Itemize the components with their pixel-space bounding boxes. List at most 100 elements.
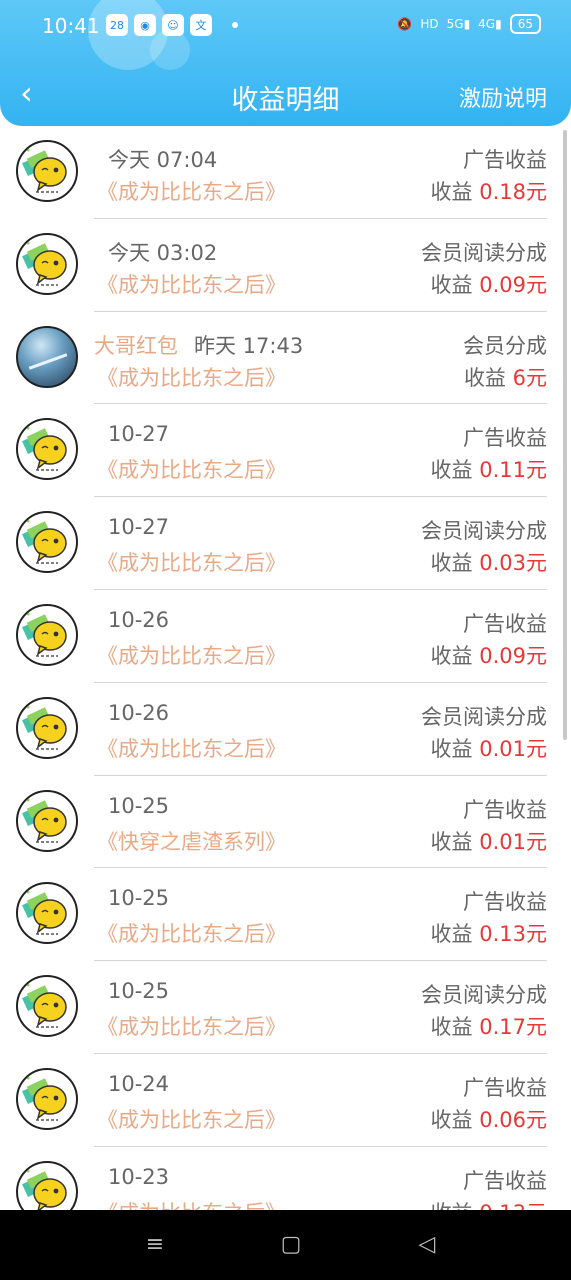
earning-type: 广告收益: [463, 1168, 547, 1193]
earning-type: 广告收益: [463, 148, 547, 172]
mute-icon: 🔕: [397, 17, 413, 31]
cartoon-avatar-icon: [22, 983, 67, 1028]
earnings-list[interactable]: 今天 07:04 《成为比比东之后》 广告收益 收益 0.18元 今天 03:02 《成为…: [0, 126, 571, 1210]
avatar: [16, 232, 78, 295]
avatar: [16, 140, 78, 202]
cartoon-avatar-icon: [22, 426, 67, 471]
record-time-line: 10-24: [108, 1072, 169, 1096]
incentive-info-button[interactable]: 激励说明: [459, 81, 547, 113]
earning-amount-line: 收益 0.06元: [431, 1104, 547, 1134]
earning-amount-line: 收益 0.03元: [431, 547, 547, 577]
earning-type: 会员阅读分成: [421, 519, 547, 544]
record-time-line: 大哥红包 昨天 17:43: [94, 330, 303, 360]
notification-icon: ☺: [162, 14, 184, 36]
record-time-line: 10-25: [108, 979, 169, 1003]
earning-type: 会员分成: [463, 333, 547, 358]
list-item[interactable]: 10-24 《成为比比东之后》 广告收益 收益 0.06元: [0, 1054, 571, 1147]
list-item[interactable]: 今天 07:04 《成为比比东之后》 广告收益 收益 0.18元: [0, 126, 571, 219]
earning-amount-line: 收益 0.09元: [431, 269, 547, 299]
avatar: [16, 1160, 78, 1210]
list-item[interactable]: 10-27 《成为比比东之后》 会员阅读分成收益 0.03元: [0, 497, 571, 590]
earning-amount-line: 收益 0.11元: [431, 454, 547, 484]
list-item[interactable]: 10-27 《成为比比东之后》 广告收益 收益 0.11元: [0, 404, 571, 498]
signal-4g-icon: 4G▮: [478, 17, 502, 31]
record-icon: ◉: [134, 14, 156, 36]
earning-amount: 0.11元: [479, 458, 547, 483]
earning-type: 会员阅读分成: [421, 704, 547, 729]
earning-amount-line: 收益 0.17元: [431, 1011, 547, 1041]
scrollbar[interactable]: [563, 130, 567, 740]
menu-icon[interactable]: ≡: [142, 1232, 168, 1258]
translate-icon: 文: [190, 14, 212, 36]
record-time-line: 今天 03:02: [108, 237, 217, 267]
earning-type: 广告收益: [463, 611, 547, 636]
earning-amount: 0.01元: [479, 736, 547, 761]
earning-label: 收益: [430, 1015, 473, 1040]
record-time: 10-25: [108, 886, 170, 911]
signal-5g-icon: 5G▮: [446, 17, 471, 31]
book-title: 《成为比比东之后》: [97, 365, 286, 390]
record-time-line: 10-27: [108, 515, 169, 539]
record-time-line: 10-23: [108, 1165, 169, 1189]
earning-label: 收益: [430, 1107, 473, 1132]
earning-amount: 0.09元: [479, 272, 547, 297]
earning-amount: 0.01元: [479, 829, 547, 854]
list-item[interactable]: 10-25 《成为比比东之后》 广告收益 收益 0.13元: [0, 868, 571, 962]
record-time: 10-27: [108, 422, 170, 447]
earning-amount: 0.18元: [479, 180, 547, 204]
list-item[interactable]: 10-26 《成为比比东之后》 会员阅读分成 收益 0.01元: [0, 683, 571, 776]
earning-amount: 6元: [512, 365, 547, 390]
status-time: 10:41: [42, 14, 100, 38]
earning-amount: 0.06元: [479, 1107, 547, 1132]
record-time: 10-25: [108, 979, 170, 1004]
book-title: 《快穿之虐渣系列》: [97, 829, 286, 854]
earning-label: 收益: [430, 458, 473, 483]
cartoon-avatar-icon: [22, 519, 67, 564]
cartoon-avatar-icon: [22, 241, 67, 286]
earning-amount-line: 收益 0.09元: [431, 640, 547, 670]
list-item[interactable]: 10-23 《成为比比东之后》 广告收益收益 0.13元: [0, 1147, 571, 1210]
earning-label: 收益: [430, 736, 473, 761]
back-icon[interactable]: ◁: [414, 1232, 440, 1258]
sender-name: 大哥红包: [94, 333, 178, 358]
cartoon-avatar-icon: [22, 612, 67, 657]
book-title: 《成为比比东之后》: [97, 551, 286, 576]
home-icon[interactable]: ▢: [278, 1232, 304, 1258]
system-nav-bar: ≡ ▢ ◁: [0, 1210, 571, 1280]
cartoon-avatar-icon: [22, 1169, 67, 1210]
header-bar: 10:41 28 ◉ ☺ 文 🔕 HD 5G▮ 4G▮ 65 ‹ 收益明细 激励…: [0, 0, 571, 126]
earning-type: 会员阅读分成: [421, 983, 547, 1008]
book-title: 《成为比比东之后》: [97, 922, 286, 947]
record-time-line: 10-26: [108, 608, 169, 632]
battery-icon: 65: [509, 14, 541, 34]
earning-amount-line: 收益 0.01元: [431, 733, 547, 763]
earning-type: 广告收益: [463, 426, 547, 451]
earning-amount: 0.13元: [479, 922, 547, 947]
earning-amount: 0.09元: [479, 643, 547, 668]
list-item[interactable]: 10-26 《成为比比东之后》 广告收益 收益 0.09元: [0, 590, 571, 683]
earning-label: 收益: [430, 829, 473, 854]
record-time-line: 10-25: [108, 794, 169, 818]
status-notification-icons: 28 ◉ ☺ 文: [106, 14, 238, 36]
cartoon-avatar-icon: [22, 890, 67, 935]
more-dot-icon: [232, 22, 238, 28]
earning-label: 收益: [463, 365, 506, 390]
list-item[interactable]: 今天 03:02 《成为比比东之后》 会员阅读分成 收益 0.09元: [0, 219, 571, 312]
record-time: 今天 03:02: [108, 240, 218, 265]
record-time: 昨天 17:43: [194, 333, 304, 358]
record-time: 10-24: [108, 1071, 170, 1096]
list-item[interactable]: 10-25 《快穿之虐渣系列》 广告收益 收益 0.01元: [0, 776, 571, 869]
record-time: 10-27: [108, 515, 170, 540]
earning-type: 会员阅读分成: [421, 240, 547, 265]
earning-amount-line: 收益 0.01元: [431, 826, 547, 856]
list-item[interactable]: 10-25 《成为比比东之后》 会员阅读分成 收益 0.17元: [0, 961, 571, 1054]
record-time: 10-26: [108, 700, 170, 725]
book-title: 《成为比比东之后》: [97, 1107, 286, 1132]
earning-amount-line: 收益 0.18元: [431, 176, 547, 206]
earning-amount: 0.17元: [479, 1015, 547, 1040]
earning-label: 收益: [430, 272, 473, 297]
avatar: [16, 325, 78, 388]
record-time: 10-25: [108, 793, 170, 818]
earning-amount: 0.13元: [479, 1201, 547, 1210]
list-item[interactable]: 大哥红包 昨天 17:43 《成为比比东之后》 会员分成收益 6元: [0, 312, 571, 405]
